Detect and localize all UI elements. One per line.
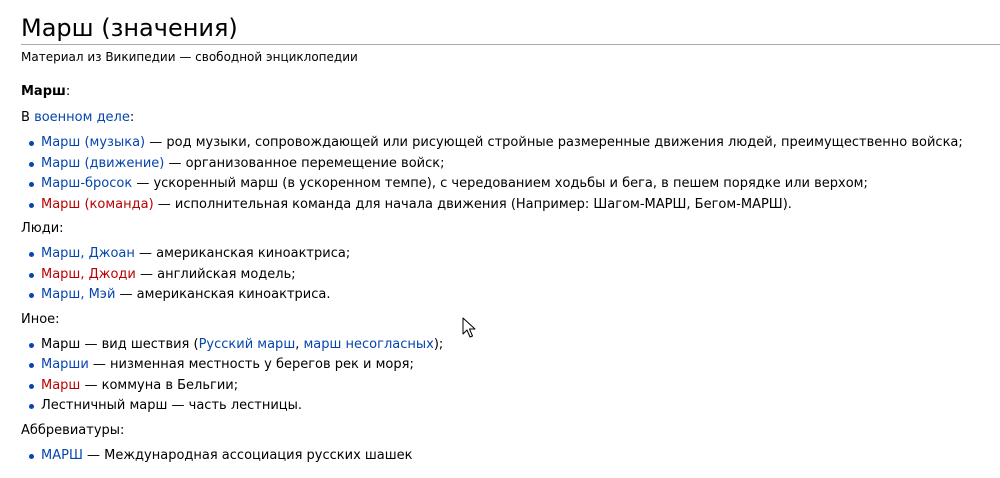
bullet-icon — [29, 404, 34, 409]
people-list: Марш, Джоан — американская киноактриса; … — [21, 244, 1000, 306]
list-item: Марши — низменная местность у берегов ре… — [21, 355, 1000, 376]
list-item: Марш (музыка) — род музыки, сопровождающ… — [21, 133, 1000, 154]
redlink-march-command[interactable]: Марш (команда) — [41, 197, 154, 212]
military-list: Марш (музыка) — род музыки, сопровождающ… — [21, 133, 1000, 215]
bullet-icon — [29, 453, 34, 459]
other-heading: Иное: — [21, 311, 60, 327]
bullet-icon — [29, 272, 34, 278]
link-marsh-abbr[interactable]: МАРШ — [41, 448, 83, 463]
mouse-cursor-icon — [462, 317, 476, 338]
item-description: — низменная местность у берегов рек и мо… — [88, 357, 414, 372]
abbr-heading: Аббревиатуры: — [21, 422, 125, 438]
intro-colon: : — [65, 84, 71, 99]
list-item: Марш — вид шествия (Русский марш, марш н… — [21, 335, 1000, 356]
link-marshi[interactable]: Марши — [41, 357, 89, 372]
other-list: Марш — вид шествия (Русский марш, марш н… — [21, 335, 1000, 417]
redlink-jodie-marsh[interactable]: Марш, Джоди — [41, 267, 136, 282]
people-heading: Люди: — [21, 221, 64, 236]
link-march-movement[interactable]: Марш (движение) — [41, 156, 164, 171]
list-item: Марш (движение) — организованное перемещ… — [21, 154, 1000, 175]
item-description: — исполнительная команда для начала движ… — [153, 196, 792, 212]
item-description: — коммуна в Бельгии; — [80, 377, 239, 393]
military-prefix: В — [21, 110, 35, 125]
link-russian-march[interactable]: Русский марш — [199, 337, 296, 352]
item-description: — американская киноактриса. — [115, 287, 331, 302]
intro-paragraph: Марш: — [21, 82, 1000, 102]
military-suffix: : — [129, 110, 135, 125]
bullet-icon — [29, 293, 34, 298]
list-item: МАРШ — Международная ассоциация русских … — [21, 446, 1000, 467]
item-description: — ускоренный марш (в ускоренном темпе), … — [132, 176, 868, 191]
bullet-icon — [29, 141, 34, 146]
bullet-icon — [29, 202, 34, 208]
item-description: — английская модель; — [135, 266, 296, 282]
page-title: Марш (значения) — [21, 0, 1000, 45]
link-mae-marsh[interactable]: Марш, Мэй — [41, 287, 115, 302]
item-description: — род музыки, сопровождающей или рисующе… — [145, 135, 963, 150]
military-intro: В военном деле: — [21, 108, 1000, 128]
item-description: — американская киноактриса; — [134, 246, 351, 261]
list-item: Марш, Джоан — американская киноактриса; — [21, 244, 1000, 265]
list-item: Марш-бросок — ускоренный марш (в ускорен… — [21, 174, 1000, 195]
abbr-list: МАРШ — Международная ассоциация русских … — [21, 446, 1000, 467]
link-march-music[interactable]: Марш (музыка) — [41, 135, 145, 150]
item-text: ); — [433, 336, 444, 352]
bullet-icon — [29, 342, 34, 348]
list-item: Марш, Мэй — американская киноактриса. — [21, 285, 1000, 306]
link-dissenters-march[interactable]: марш несогласных — [303, 337, 433, 352]
bullet-icon — [29, 363, 34, 368]
item-text: Марш — вид шествия ( — [41, 336, 199, 352]
link-military-affairs[interactable]: военном деле — [34, 110, 130, 125]
item-description: — Международная ассоциация русских шашек — [82, 447, 413, 463]
list-item: Марш, Джоди — английская модель; — [21, 265, 1000, 286]
list-item: Лестничный марш — часть лестницы. — [21, 396, 1000, 417]
article-content: Марш (значения) Материал из Википедии — … — [21, 0, 1000, 466]
redlink-march-commune[interactable]: Марш — [41, 378, 80, 393]
link-forced-march[interactable]: Марш-бросок — [41, 176, 132, 191]
link-joan-marsh[interactable]: Марш, Джоан — [41, 246, 135, 261]
list-item: Марш (команда) — исполнительная команда … — [21, 195, 1000, 216]
intro-bold-term: Марш — [21, 84, 66, 99]
site-subtitle: Материал из Википедии — свободной энцикл… — [21, 50, 358, 64]
list-item: Марш — коммуна в Бельгии; — [21, 376, 1000, 397]
bullet-icon — [29, 252, 34, 257]
bullet-icon — [29, 161, 34, 167]
bullet-icon — [29, 383, 34, 389]
bullet-icon — [29, 182, 34, 187]
item-description: — организованное перемещение войск; — [164, 155, 445, 171]
item-text: Лестничный марш — часть лестницы. — [41, 398, 303, 413]
